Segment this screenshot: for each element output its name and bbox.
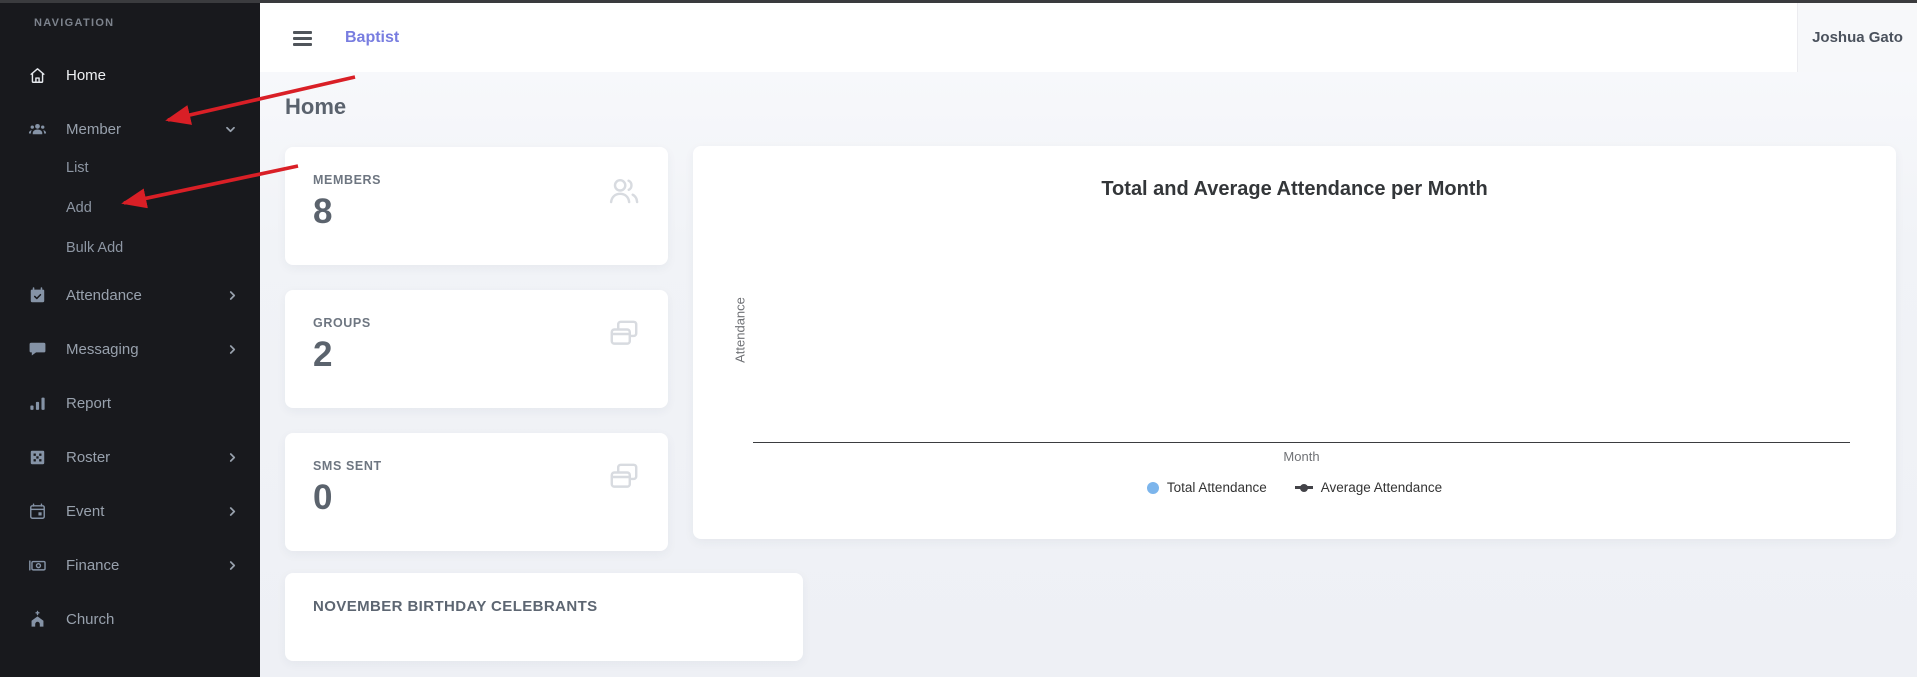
- stat-label: MEMBERS: [313, 173, 640, 187]
- sidebar-subitem-bulk-add[interactable]: Bulk Add: [0, 228, 260, 268]
- y-axis-title: Attendance: [733, 297, 748, 363]
- sidebar-item-label: Church: [66, 611, 114, 628]
- legend-circle-marker-icon: [1147, 482, 1159, 494]
- legend-line-dot-marker-icon: [1295, 486, 1313, 489]
- sidebar-subitem-label: List: [66, 160, 89, 176]
- sidebar-subitem-label: Add: [66, 200, 92, 216]
- sidebar: NAVIGATION Home Member List: [0, 0, 260, 677]
- chevron-right-icon: [229, 560, 236, 571]
- sidebar-item-church[interactable]: Church: [0, 592, 260, 646]
- sidebar-item-label: Roster: [66, 449, 110, 466]
- legend-item-total-attendance[interactable]: Total Attendance: [1147, 480, 1267, 495]
- stat-card-members: MEMBERS 8: [285, 147, 668, 265]
- chevron-right-icon: [229, 506, 236, 517]
- stat-label: SMS SENT: [313, 459, 640, 473]
- stacked-windows-icon: [606, 316, 642, 352]
- sidebar-item-label: Member: [66, 121, 121, 138]
- sidebar-subitem-label: Bulk Add: [66, 240, 123, 256]
- member-submenu: List Add Bulk Add: [0, 148, 260, 268]
- hamburger-menu-icon[interactable]: [293, 31, 312, 49]
- sidebar-item-label: Report: [66, 395, 111, 412]
- page-title: Home: [285, 94, 346, 120]
- church-icon: [28, 610, 47, 629]
- sidebar-item-messaging[interactable]: Messaging: [0, 322, 260, 376]
- cash-icon: [28, 556, 47, 575]
- x-axis-title: Month: [753, 449, 1850, 464]
- chevron-right-icon: [229, 290, 236, 301]
- sidebar-item-label: Messaging: [66, 341, 139, 358]
- sidebar-item-label: Finance: [66, 557, 119, 574]
- stat-value: 8: [313, 194, 640, 229]
- bar-chart-icon: [28, 394, 47, 413]
- main-content: Home MEMBERS 8 GROUPS 2 SMS SENT 0: [260, 72, 1917, 677]
- chart-title: Total and Average Attendance per Month: [693, 178, 1896, 201]
- stat-cards-column: MEMBERS 8 GROUPS 2 SMS SENT 0: [285, 147, 668, 576]
- chevron-right-icon: [229, 344, 236, 355]
- stat-value: 0: [313, 480, 640, 515]
- home-icon: [28, 66, 47, 85]
- people-icon: [28, 120, 47, 139]
- chart-legend: Total Attendance Average Attendance: [693, 480, 1896, 495]
- sidebar-subitem-list[interactable]: List: [0, 148, 260, 188]
- sidebar-item-home[interactable]: Home: [0, 48, 260, 102]
- legend-item-average-attendance[interactable]: Average Attendance: [1295, 480, 1442, 495]
- x-axis-line: [753, 442, 1850, 443]
- legend-label: Total Attendance: [1167, 480, 1267, 495]
- sidebar-item-label: Home: [66, 67, 106, 84]
- sidebar-item-event[interactable]: Event: [0, 484, 260, 538]
- sidebar-item-finance[interactable]: Finance: [0, 538, 260, 592]
- chat-bubble-icon: [28, 340, 47, 359]
- birthday-panel-title: NOVEMBER BIRTHDAY CELEBRANTS: [313, 598, 775, 615]
- chevron-right-icon: [229, 452, 236, 463]
- stacked-windows-icon: [606, 459, 642, 495]
- sidebar-item-label: Attendance: [66, 287, 142, 304]
- sidebar-subitem-add[interactable]: Add: [0, 188, 260, 228]
- top-navbar: Baptist Joshua Gato: [260, 3, 1917, 72]
- calendar-check-icon: [28, 286, 47, 305]
- chevron-down-icon: [225, 126, 236, 133]
- calendar-icon: [28, 502, 47, 521]
- birthday-celebrants-panel: NOVEMBER BIRTHDAY CELEBRANTS: [285, 573, 803, 661]
- sidebar-menu: Home Member List Add Bulk Add: [0, 48, 260, 646]
- window-top-strip: [0, 0, 1917, 3]
- stat-value: 2: [313, 337, 640, 372]
- navigation-section-label: NAVIGATION: [34, 17, 114, 29]
- attendance-chart-panel: Total and Average Attendance per Month A…: [693, 146, 1896, 539]
- stat-label: GROUPS: [313, 316, 640, 330]
- user-menu[interactable]: Joshua Gato: [1797, 3, 1917, 72]
- people-outline-icon: [606, 173, 642, 209]
- user-name: Joshua Gato: [1812, 29, 1903, 46]
- sidebar-item-roster[interactable]: Roster: [0, 430, 260, 484]
- brand-link[interactable]: Baptist: [345, 29, 399, 47]
- sidebar-item-attendance[interactable]: Attendance: [0, 268, 260, 322]
- legend-label: Average Attendance: [1321, 480, 1442, 495]
- sidebar-item-report[interactable]: Report: [0, 376, 260, 430]
- sidebar-item-label: Event: [66, 503, 104, 520]
- app-window: NAVIGATION Home Member List: [0, 0, 1917, 677]
- grid-icon: [28, 448, 47, 467]
- stat-card-sms-sent: SMS SENT 0: [285, 433, 668, 551]
- stat-card-groups: GROUPS 2: [285, 290, 668, 408]
